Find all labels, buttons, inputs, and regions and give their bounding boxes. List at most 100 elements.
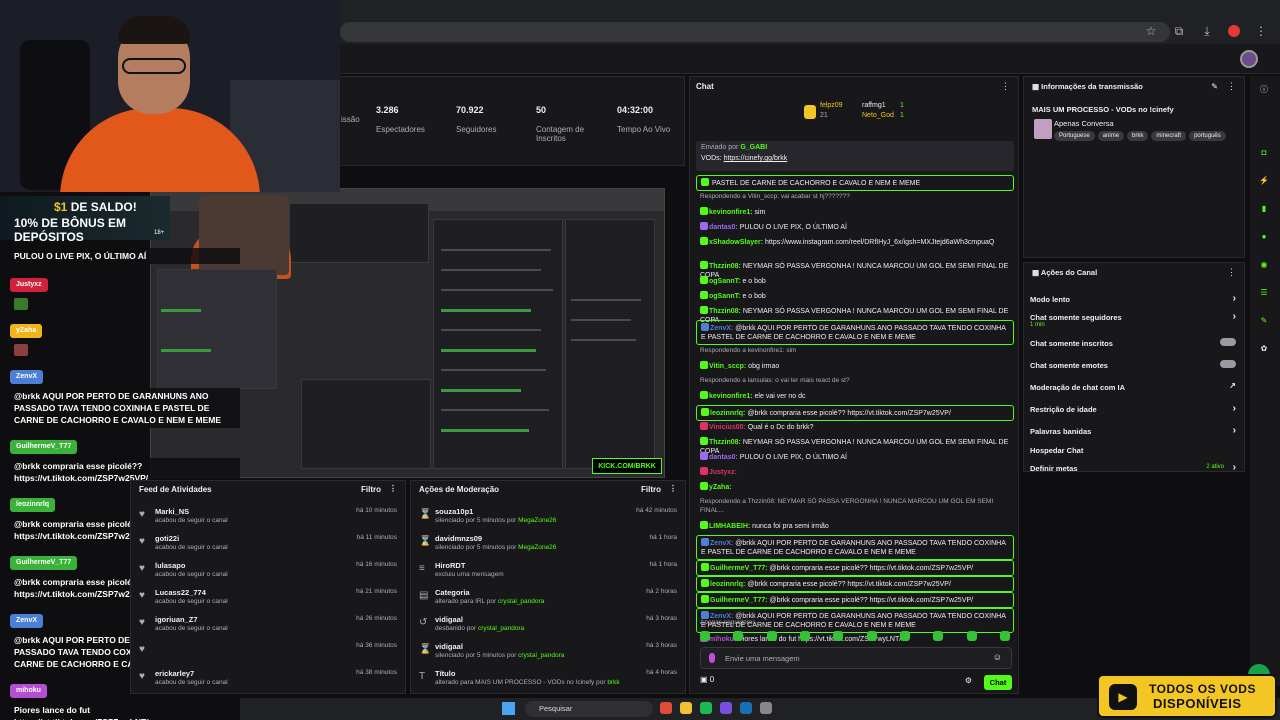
mic-icon[interactable] xyxy=(709,653,715,663)
toggle-switch[interactable] xyxy=(1220,338,1236,346)
emote-icon[interactable] xyxy=(999,631,1010,641)
vods-badge: ▶ TODOS OS VODS DISPONÍVEIS xyxy=(1097,674,1277,718)
action-set-goals[interactable]: Definir metas 2 ativo › xyxy=(1030,462,1240,473)
palette-icon[interactable]: ✿ xyxy=(1258,344,1270,354)
action-slow-mode[interactable]: Modo lento › xyxy=(1030,293,1240,304)
emote-icon[interactable] xyxy=(866,631,877,641)
more-icon[interactable]: ⋮ xyxy=(389,484,397,493)
badge-icon xyxy=(700,422,708,430)
chat-message: GuilhermeV_T77: @brkk compraria esse pic… xyxy=(696,592,1014,608)
mod-row: ↺ vidigaal desbanido por crystal_pandora há… xyxy=(419,615,677,632)
record-icon[interactable] xyxy=(1228,25,1240,37)
action-emotes-only[interactable]: Chat somente emotes xyxy=(1030,360,1240,370)
panel-title: Feed de Atividades xyxy=(139,485,212,494)
filter-button[interactable]: Filtro xyxy=(641,485,661,494)
more-icon[interactable]: ⋮ xyxy=(669,484,677,493)
heart-icon: ♥ xyxy=(139,644,145,655)
emote-icon[interactable] xyxy=(733,631,744,641)
action-followers-only[interactable]: Chat somente seguidores 1 min › xyxy=(1030,311,1240,328)
more-icon[interactable]: ⋮ xyxy=(1227,81,1236,92)
bolt-icon[interactable]: ⚡ xyxy=(1258,176,1270,186)
badge-icon xyxy=(700,276,708,284)
extensions-icon[interactable]: ⧉ xyxy=(1172,24,1186,39)
obs-icon[interactable] xyxy=(760,702,772,714)
folder-icon[interactable] xyxy=(680,702,692,714)
action-age-restriction[interactable]: Restrição de idade › xyxy=(1030,403,1240,414)
tag: anime xyxy=(1097,131,1125,141)
badge-icon xyxy=(700,207,708,215)
address-bar[interactable] xyxy=(340,22,1170,42)
category-icon: ▤ xyxy=(419,590,429,601)
edit-icon[interactable]: ✎ xyxy=(1211,82,1218,91)
spotify-icon[interactable] xyxy=(700,702,712,714)
chat-message: leozinnrlq: @brkk compraria esse picolé?… xyxy=(696,405,1014,421)
tag: português xyxy=(1189,131,1226,141)
stream-title: MAIS UM PROCESSO - VODs no !cinefy xyxy=(1032,105,1174,114)
overlay-chat-username: Justyxz xyxy=(10,278,48,292)
overlay-chat-message: @brkk AQUI POR PERTO DE GARANHUNS ANO PA… xyxy=(0,388,240,428)
overlay-chat-username: mihoku xyxy=(10,684,47,698)
chat-input[interactable]: Envie uma mensagem xyxy=(700,647,1012,669)
emote-icon[interactable] xyxy=(966,631,977,641)
avatar[interactable] xyxy=(1240,50,1258,68)
toggle-switch[interactable] xyxy=(1220,360,1236,368)
emote-icon xyxy=(14,344,28,356)
feed-row: ♥ igoriuan_Z7 acabou de seguir o canal há 2… xyxy=(139,615,397,632)
chat-reply-context: Respondendo a Vitin_sccp: vai acabar st … xyxy=(700,193,850,200)
note-icon[interactable]: ▮ xyxy=(1258,204,1270,214)
download-icon[interactable]: ⤓ xyxy=(1200,24,1214,39)
chrome-icon[interactable] xyxy=(660,702,672,714)
promo-age: 18+ xyxy=(154,230,165,236)
shield-icon[interactable]: ◘ xyxy=(1258,148,1270,158)
promo-banner: $1 DE SALDO! 10% DE BÔNUS EM DEPÓSITOS 1… xyxy=(0,196,170,244)
emote-icon[interactable] xyxy=(799,631,810,641)
action-banned-words[interactable]: Palavras banidas › xyxy=(1030,425,1240,436)
badge-icon xyxy=(701,408,709,416)
steam-icon[interactable] xyxy=(740,702,752,714)
menu-icon[interactable]: ⋮ xyxy=(1254,24,1268,39)
app-icon[interactable] xyxy=(720,702,732,714)
info-icon[interactable]: ⓘ xyxy=(1258,84,1270,94)
taskbar-search[interactable]: Pesquisar xyxy=(525,701,653,717)
chat-panel: Chat ⋮ felpz09 21 raffmg1 1 Neto_God 1 E… xyxy=(689,76,1019,694)
action-ai-moderation[interactable]: Moderação de chat com IA ↗ xyxy=(1030,381,1240,392)
action-subscribers-only[interactable]: Chat somente inscritos xyxy=(1030,338,1240,348)
overlay-chat-username: GuilhermeV_T77 xyxy=(10,556,78,570)
badge-icon xyxy=(700,222,708,230)
timeout-icon: ⌛ xyxy=(419,536,432,547)
broadcast-icon[interactable]: ◉ xyxy=(1258,260,1270,270)
title-icon: T xyxy=(419,671,426,682)
overlay-chat-username: ZenvX xyxy=(10,614,44,628)
emote-icon[interactable] xyxy=(833,631,844,641)
mod-row: ⌛ davidmnzs09 silenciado por 5 minutos por… xyxy=(419,534,677,551)
pinned-message[interactable]: Enviado por G_GABI VODs: https://cinefy.… xyxy=(696,141,1014,171)
badge-icon xyxy=(700,521,708,529)
emote-icon[interactable] xyxy=(933,631,944,641)
send-button[interactable]: Chat xyxy=(984,675,1012,690)
badge-icon xyxy=(700,452,708,460)
windows-start-icon[interactable] xyxy=(502,702,515,715)
badge-icon xyxy=(700,482,708,490)
taskbar-apps xyxy=(660,702,772,714)
list-icon[interactable]: ☰ xyxy=(1258,288,1270,298)
filter-button[interactable]: Filtro xyxy=(361,485,381,494)
emote-icon[interactable] xyxy=(899,631,910,641)
viewer-count: 0 xyxy=(709,675,715,684)
panel-header: Feed de Atividades Filtro ⋮ xyxy=(131,481,405,499)
emote-icon[interactable] xyxy=(700,631,710,641)
wrench-icon[interactable]: ✎ xyxy=(1258,316,1270,326)
more-icon[interactable]: ⋮ xyxy=(1227,267,1236,278)
mod-row: ⌛ vidigaal silenciado por 5 minutos por cr… xyxy=(419,642,677,659)
emoji-icon[interactable]: ☺ xyxy=(993,652,1002,662)
chat-bubble-icon[interactable]: ● xyxy=(1258,232,1270,242)
emote-icon[interactable] xyxy=(766,631,777,641)
browser-icons: ☆ ⧉ ⤓ ⋮ xyxy=(1144,24,1268,39)
star-icon[interactable]: ☆ xyxy=(1144,24,1158,39)
bag-icon[interactable]: ▣ xyxy=(700,675,708,684)
more-icon[interactable]: ⋮ xyxy=(1001,81,1010,92)
gear-icon[interactable]: ⚙ xyxy=(965,676,972,685)
heart-icon: ♥ xyxy=(139,671,145,682)
action-host-chat[interactable]: Hospedar Chat xyxy=(1030,446,1240,455)
chat-message: dantas0: PULOU O LIVE PIX, O ÚLTIMO AÍ xyxy=(696,451,1014,463)
heart-icon: ♥ xyxy=(139,617,145,628)
